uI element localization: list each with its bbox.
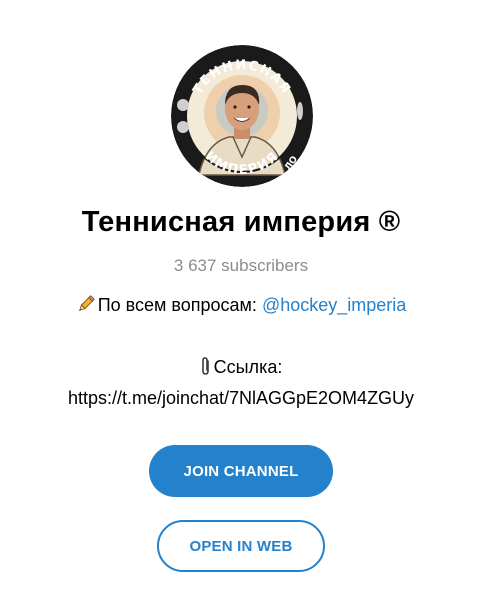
channel-preview-page: ТЕННИСНАЯ ИМПЕРИЯ ЛО Теннисная империя ®… [0, 0, 482, 597]
description-line-link-label: Ссылка: [0, 356, 482, 381]
contact-label: По всем вопросам: [97, 295, 262, 315]
description-line-contact: По всем вопросам: @hockey_imperia [0, 294, 482, 319]
subscriber-count: 3 637 subscribers [173, 256, 309, 275]
tennis-empire-logo: ТЕННИСНАЯ ИМПЕРИЯ ЛО [171, 45, 313, 187]
join-channel-button[interactable]: JOIN CHANNEL [149, 445, 333, 497]
open-in-web-button[interactable]: OPEN IN WEB [157, 520, 325, 572]
channel-title: Теннисная империя ® [81, 206, 401, 238]
invite-link-text: https://t.me/joinchat/7NlAGGpE2OM4ZGUy [67, 388, 415, 408]
link-label: Ссылка: [213, 357, 283, 377]
channel-avatar: ТЕННИСНАЯ ИМПЕРИЯ ЛО [171, 45, 313, 187]
pencil-icon [76, 294, 96, 319]
contact-link[interactable]: @hockey_imperia [262, 295, 406, 315]
paperclip-icon [200, 356, 212, 381]
